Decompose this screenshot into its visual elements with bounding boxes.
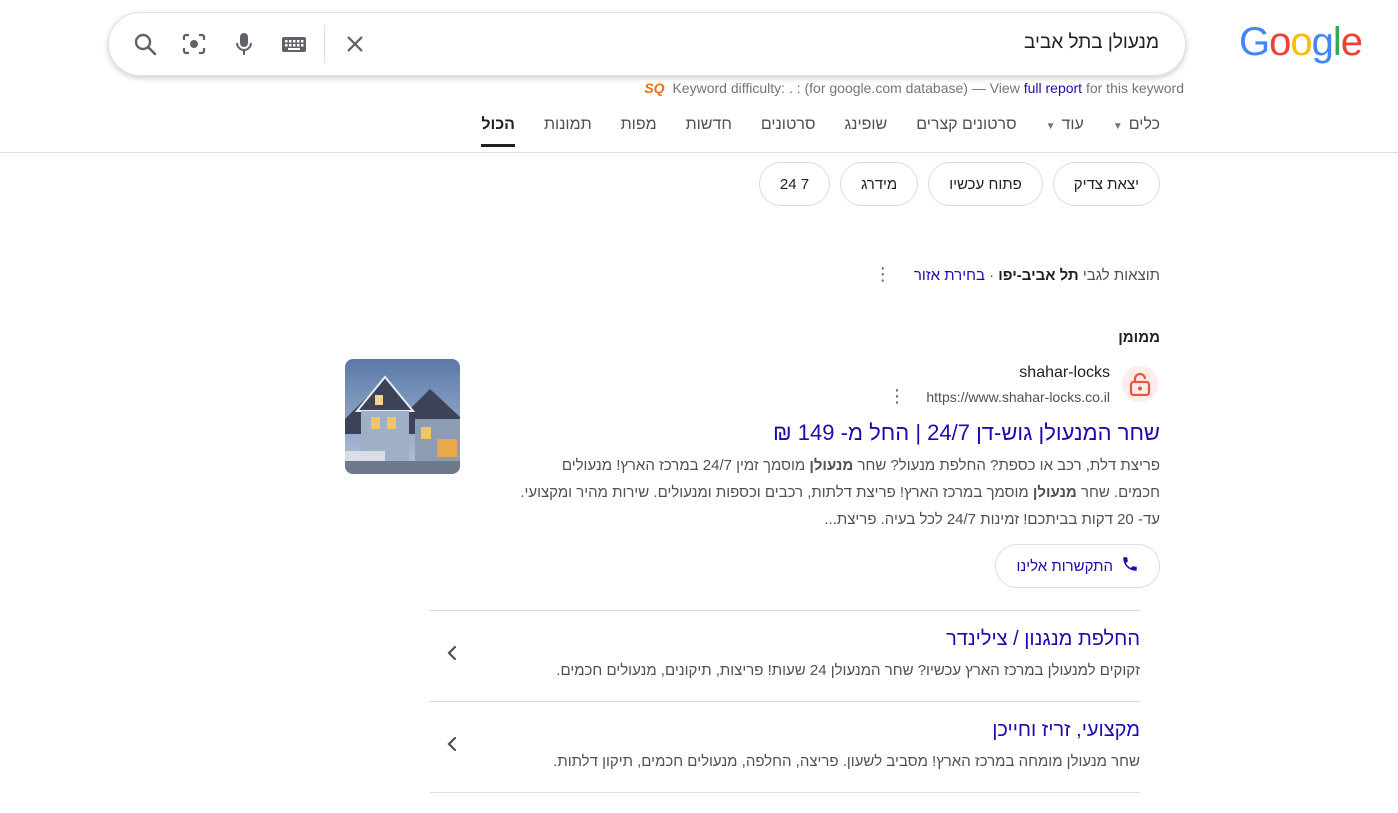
search-icon[interactable] — [128, 27, 162, 61]
dropdown-caret-icon: ▼ — [1112, 121, 1123, 132]
kd-suffix: for this keyword — [1085, 80, 1184, 96]
tab-label: חדשות — [685, 116, 732, 133]
ad-description: פריצת דלת, רכב או כספת? החלפת מנעול? שחר… — [520, 452, 1160, 533]
sitelink-description: זקוקים למנעולן במרכז הארץ עכשיו? שחר המנ… — [556, 662, 1140, 679]
phone-icon — [1121, 555, 1139, 577]
location-line: תוצאות לגבי תל אביב-יפו · בחירת אזור ⋮ — [874, 265, 1160, 284]
chip-filter[interactable]: 24 7 — [758, 162, 831, 206]
camera-search-icon[interactable] — [177, 27, 211, 61]
chip-filter[interactable]: פתוח עכשיו — [928, 162, 1043, 206]
full-report-link[interactable]: full report — [1024, 80, 1082, 96]
search-tabs: הכול תמונות מפות חדשות סרטונים שופינג סר… — [452, 116, 1160, 147]
ad-options-icon[interactable]: ⋮ — [888, 387, 906, 405]
location-place: תל אביב-יפו — [998, 267, 1079, 284]
logo-letter: o — [1290, 20, 1312, 64]
sitelink-description: שחר מנעולן מומחה במרכז הארץ! מסביב לשעון… — [553, 753, 1140, 770]
tab-label: מפות — [620, 116, 657, 133]
search-box[interactable]: מנעולן בתל אביב — [108, 12, 1186, 76]
ad-site-name[interactable]: shahar-locks — [1019, 364, 1110, 382]
logo-letter: e — [1340, 20, 1363, 64]
keyword-difficulty-bar: SQ Keyword difficulty: . : (for google.c… — [644, 80, 1184, 96]
more-options-icon[interactable]: ⋮ — [874, 264, 892, 284]
tab-news[interactable]: חדשות — [686, 116, 732, 147]
tab-videos[interactable]: סרטונים — [761, 116, 816, 147]
google-logo[interactable]: Google — [1239, 20, 1363, 65]
kd-value: . : — [788, 80, 801, 96]
keyboard-icon[interactable] — [277, 27, 311, 61]
lock-favicon-icon[interactable] — [1122, 366, 1158, 402]
tab-label: כלים — [1128, 116, 1160, 133]
kd-label: Keyword difficulty: — [672, 80, 786, 96]
logo-letter: G — [1239, 20, 1270, 64]
desc-keyword: מנעולן — [1032, 484, 1077, 501]
chip-filter[interactable]: יצאת צדיק — [1052, 162, 1160, 206]
tab-label: עוד — [1061, 116, 1084, 133]
kd-db-text: (for google.com database) — View — [804, 80, 1020, 96]
chevron-left-icon[interactable] — [443, 735, 461, 753]
sitelink-divider — [430, 701, 1140, 702]
choose-area-link[interactable]: בחירת אזור — [914, 267, 985, 284]
dropdown-caret-icon: ▼ — [1045, 121, 1056, 132]
chip-filter[interactable]: מידרג — [840, 162, 919, 206]
desc-keyword: מנעולן — [809, 457, 854, 474]
chevron-left-icon[interactable] — [443, 644, 461, 662]
tab-tools[interactable]: כלים ▼ — [1113, 116, 1160, 147]
ad-house-thumbnail[interactable] — [345, 359, 460, 474]
logo-letter: g — [1311, 20, 1334, 64]
sitelink-divider — [430, 792, 1140, 793]
ad-title-link[interactable]: שחר המנעולן גוש-דן 24/7 | החל מ- 149 ₪ — [773, 420, 1160, 446]
filter-chips: יצאת צדיק פתוח עכשיו מידרג 24 7 — [758, 162, 1160, 206]
tab-more[interactable]: עוד ▼ — [1046, 116, 1084, 147]
search-divider — [324, 25, 325, 63]
desc-text: פריצת דלת, רכב או כספת? החלפת מנעול? שחר — [853, 457, 1160, 474]
tab-shopping[interactable]: שופינג — [844, 116, 887, 147]
tabs-divider — [0, 152, 1398, 153]
call-us-label: התקשרות אלינו — [1016, 557, 1113, 575]
logo-letter: o — [1269, 20, 1291, 64]
tab-label: הכול — [481, 116, 515, 133]
tab-images[interactable]: תמונות — [544, 116, 592, 147]
sponsored-label: ממומן — [1118, 329, 1160, 346]
tab-short-videos[interactable]: סרטונים קצרים — [916, 116, 1016, 147]
tab-label: סרטונים קצרים — [916, 116, 1017, 133]
search-input[interactable]: מנעולן בתל אביב — [1024, 32, 1159, 54]
sitelink-title[interactable]: מקצועי, זריז וחייכן — [992, 719, 1140, 742]
logo-letter: l — [1332, 20, 1342, 64]
location-prefix: תוצאות לגבי — [1082, 267, 1160, 284]
sitelink-title[interactable]: החלפת מנגנון / צילינדר — [946, 628, 1140, 651]
microphone-icon[interactable] — [227, 27, 261, 61]
location-separator: · — [989, 267, 995, 284]
sitelink-divider — [430, 610, 1140, 611]
tab-label: סרטונים — [760, 116, 816, 133]
tab-label: שופינג — [844, 116, 888, 133]
clear-icon[interactable] — [338, 27, 372, 61]
tab-label: תמונות — [543, 116, 592, 133]
ad-site-url[interactable]: https://www.shahar-locks.co.il — [926, 389, 1110, 405]
seoquake-logo-icon: SQ — [644, 80, 665, 96]
call-us-button[interactable]: התקשרות אלינו — [995, 544, 1160, 588]
tab-maps[interactable]: מפות — [621, 116, 657, 147]
tab-all[interactable]: הכול — [481, 116, 515, 147]
